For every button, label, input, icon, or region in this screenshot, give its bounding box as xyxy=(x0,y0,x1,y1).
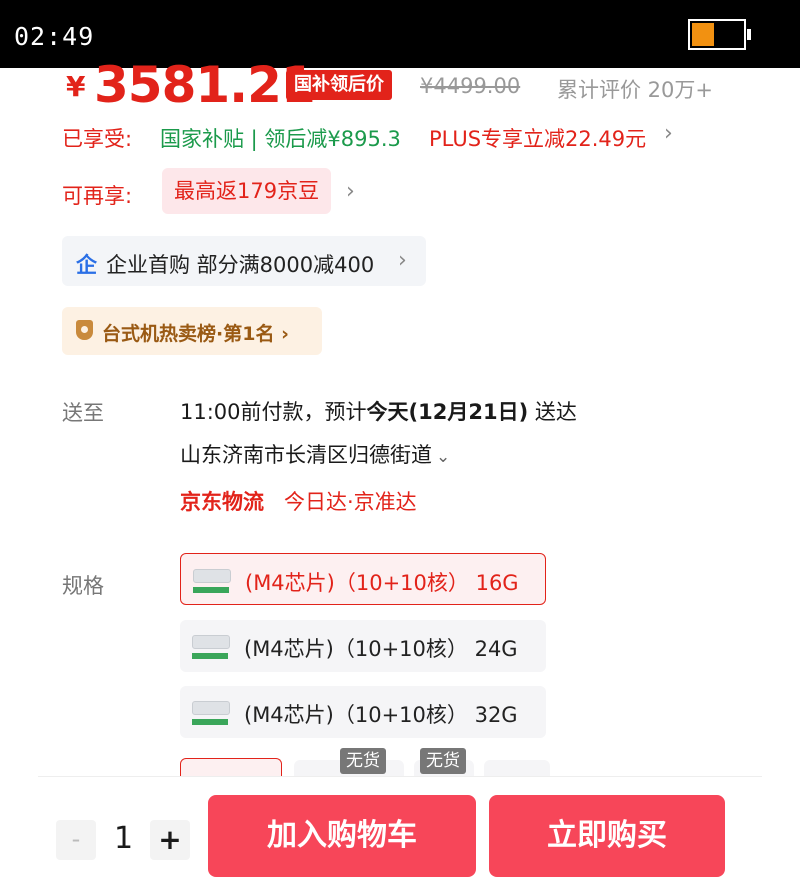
enjoyed-label: 已享受: xyxy=(62,127,133,151)
delivery-address[interactable]: 山东济南市长清区归德街道 ⌄ xyxy=(180,439,450,469)
chevron-right-icon: › xyxy=(274,323,289,345)
pay-before-text: 11:00前付款，预计 xyxy=(180,400,367,424)
product-thumbnail xyxy=(188,695,232,729)
logistics-brand: 京东物流 xyxy=(180,490,264,514)
chevron-down-icon: ⌄ xyxy=(436,447,451,467)
spec-label: 规格 xyxy=(62,574,104,598)
review-count[interactable]: 累计评价 20万+ xyxy=(557,74,713,104)
battery-icon xyxy=(688,19,751,50)
chevron-right-icon[interactable]: › xyxy=(664,121,673,146)
product-thumbnail xyxy=(188,629,232,663)
spec-option-label: (M4芯片)（10+10核） 24G xyxy=(244,637,518,661)
delivery-label: 送至 xyxy=(62,401,104,425)
ranking-label: 台式机热卖榜·第1名 xyxy=(102,323,275,345)
logistics-service: 今日达·京准达 xyxy=(284,490,417,514)
spec-option-24g[interactable]: (M4芯片)（10+10核） 24G xyxy=(180,620,546,672)
spec-option-label: (M4芯片)（10+10核） 32G xyxy=(244,703,518,727)
eta-date: 今天(12月21日) xyxy=(366,400,529,424)
buy-now-button[interactable]: 立即购买 xyxy=(489,795,725,877)
status-time: 02:49 xyxy=(14,22,95,51)
product-thumbnail xyxy=(189,563,233,597)
enterprise-offer-text[interactable]: 企业首购 部分满8000减400 xyxy=(106,249,374,279)
original-price: ¥4499.00 xyxy=(420,74,521,98)
enterprise-icon: 企 xyxy=(76,253,97,277)
spec-option-32g[interactable]: (M4芯片)（10+10核） 32G xyxy=(180,686,546,738)
battery-level xyxy=(692,23,714,46)
eta-suffix: 送达 xyxy=(528,400,577,424)
battery-tip xyxy=(747,29,751,40)
currency-symbol: ¥ xyxy=(66,70,86,103)
jd-beans-pill[interactable]: 最高返179京豆 xyxy=(162,168,332,214)
ranking-text[interactable]: 台式机热卖榜·第1名 › xyxy=(102,319,289,346)
quantity-increase-button[interactable]: + xyxy=(150,820,190,860)
subsidy-price-tag: 国补领后价 xyxy=(286,70,392,100)
medal-icon xyxy=(76,320,93,340)
quantity-decrease-button[interactable]: - xyxy=(56,820,96,860)
chevron-right-icon[interactable]: › xyxy=(346,179,355,204)
out-of-stock-badge: 无货 xyxy=(420,748,466,774)
national-subsidy-text[interactable]: 国家补贴 | 领后减¥895.3 xyxy=(160,123,401,153)
plus-discount-text[interactable]: PLUS专享立减22.49元 xyxy=(429,123,646,153)
address-text: 山东济南市长清区归德街道 xyxy=(180,443,432,467)
page-margin-right xyxy=(762,68,800,894)
spec-option-16g[interactable]: (M4芯片)（10+10核） 16G xyxy=(180,553,546,605)
delivery-eta: 11:00前付款，预计今天(12月21日) 送达 xyxy=(180,396,577,426)
out-of-stock-badge: 无货 xyxy=(340,748,386,774)
spec-option-label: (M4芯片)（10+10核） 16G xyxy=(245,571,519,595)
price-amount: 3581.21 xyxy=(94,56,316,114)
chevron-right-icon[interactable]: › xyxy=(398,248,407,273)
page-margin-left xyxy=(0,68,38,894)
quantity-value[interactable]: 1 xyxy=(114,821,133,856)
more-benefits-label: 可再享: xyxy=(62,184,133,208)
add-to-cart-button[interactable]: 加入购物车 xyxy=(208,795,476,877)
